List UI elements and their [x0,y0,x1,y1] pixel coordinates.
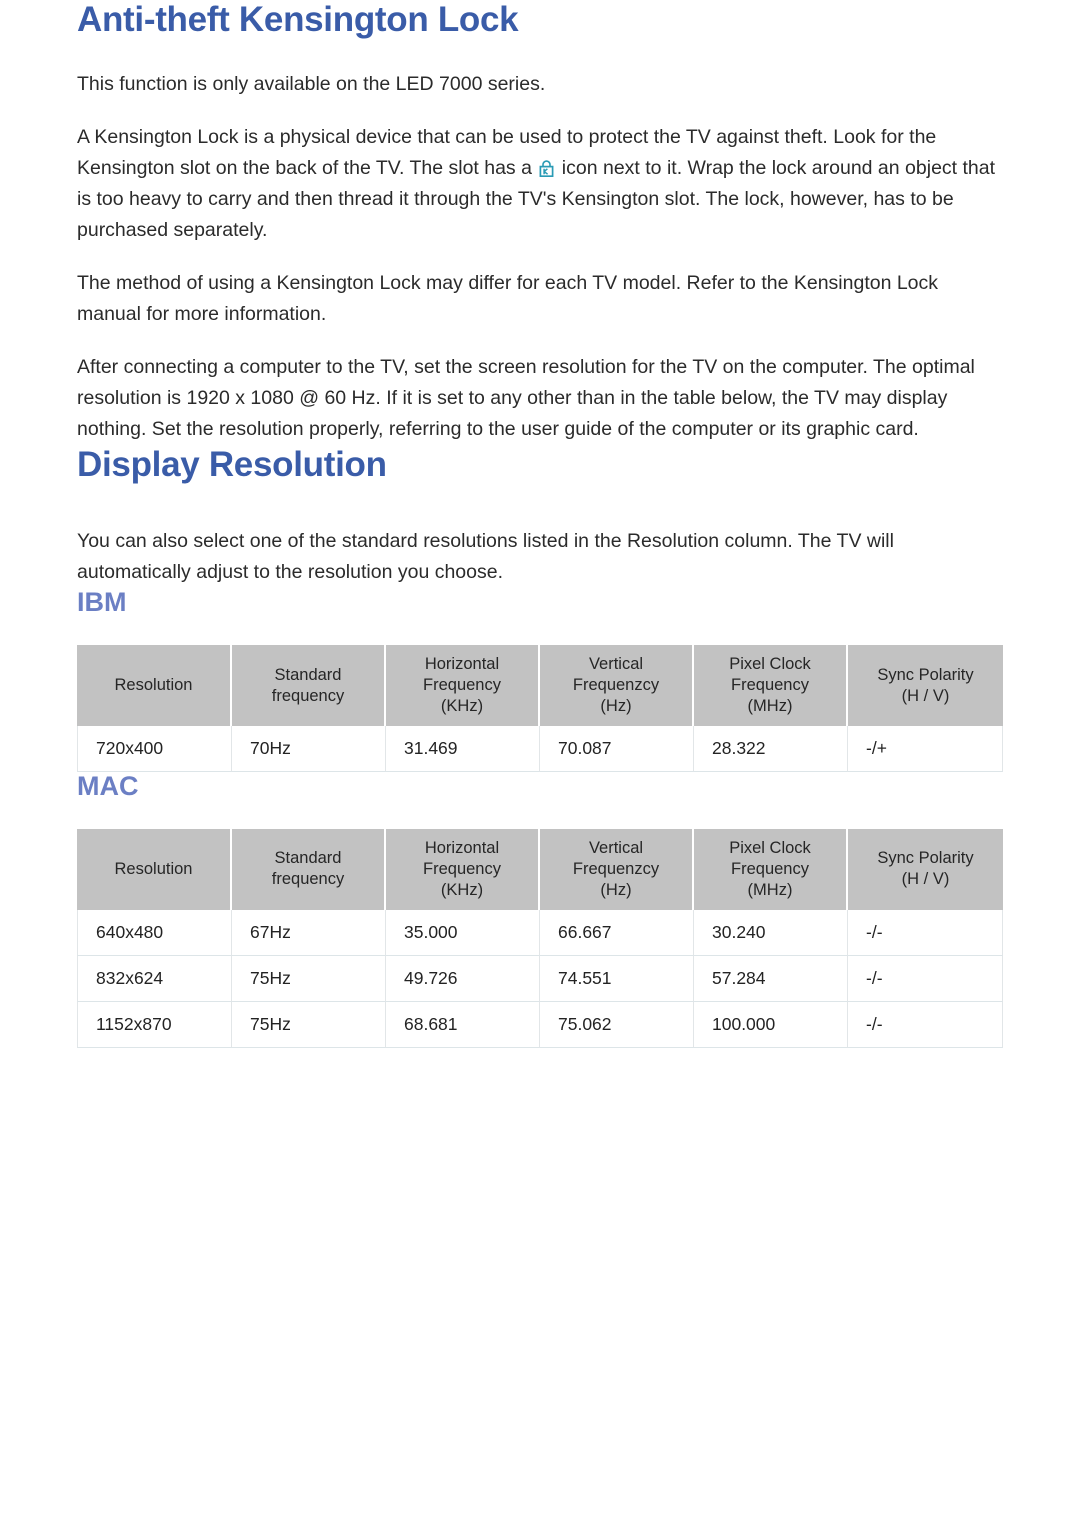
column-header-standard-frequency: Standard frequency [232,645,386,727]
table-header-row: Resolution Standard frequency Horizontal… [77,645,1003,727]
subheading-mac: MAC [77,771,139,802]
header-unit: (H / V) [901,686,950,705]
paragraph-method-differs: The method of using a Kensington Lock ma… [77,272,939,326]
cell-horizontal-frequency: 49.726 [386,955,540,1002]
header-line-2: Frequency [731,859,809,878]
cell-standard-frequency: 75Hz [232,1001,386,1048]
header-line-1: Vertical [588,838,644,857]
cell-resolution: 1152x870 [77,1001,232,1048]
page-title-kensington: Anti-theft Kensington Lock [77,0,519,39]
header-line-1: Standard [274,849,342,868]
paragraph-display-resolution-intro: You can also select one of the standard … [77,530,894,584]
cell-pixel-clock-frequency: 57.284 [694,955,848,1002]
paragraph-kensington-description: A Kensington Lock is a physical device t… [77,100,1003,246]
header-line-1: Sync Polarity [877,665,974,684]
cell-pixel-clock-frequency: 30.240 [694,909,848,956]
header-line-2: frequency [271,870,345,889]
header-line-1: Resolution [114,859,193,878]
table-row: 832x624 75Hz 49.726 74.551 57.284 -/- [77,955,1003,1002]
header-line-1: Pixel Clock [729,838,811,857]
cell-standard-frequency: 75Hz [232,955,386,1002]
cell-resolution: 832x624 [77,955,232,1002]
cell-sync-polarity: -/+ [848,726,1003,773]
cell-vertical-frequency: 70.087 [540,726,694,773]
cell-resolution: 720x400 [77,726,232,773]
table-row: 720x400 70Hz 31.469 70.087 28.322 -/+ [77,726,1003,773]
mac-table-body: 640x480 67Hz 35.000 66.667 30.240 -/- 83… [77,909,1003,1048]
paragraph-screen-resolution: After connecting a computer to the TV, s… [77,356,975,441]
cell-sync-polarity: -/- [848,909,1003,956]
header-line-2: Frequenzcy [572,859,660,878]
header-line-1: Horizontal [424,838,500,857]
cell-horizontal-frequency: 31.469 [386,726,540,773]
column-header-vertical-frequency: Vertical Frequenzcy (Hz) [540,645,694,727]
paragraph-led-series: This function is only available on the L… [77,73,546,96]
cell-horizontal-frequency: 35.000 [386,909,540,956]
column-header-resolution: Resolution [77,828,232,910]
cell-vertical-frequency: 66.667 [540,909,694,956]
column-header-pixel-clock-frequency: Pixel Clock Frequency (MHz) [694,645,848,727]
kensington-lock-icon [539,160,554,178]
header-unit: (KHz) [440,880,484,899]
document-page: Anti-theft Kensington Lock This function… [0,0,1080,1527]
subheading-ibm: IBM [77,587,127,618]
cell-sync-polarity: -/- [848,1001,1003,1048]
cell-standard-frequency: 67Hz [232,909,386,956]
header-line-2: Frequency [423,859,501,878]
header-line-1: Sync Polarity [877,849,974,868]
header-line-1: Vertical [588,655,644,674]
ibm-table-header: Resolution Standard frequency Horizontal… [77,645,1003,727]
header-unit: (MHz) [747,880,793,899]
header-line-2: Frequency [731,676,809,695]
header-line-1: Horizontal [424,655,500,674]
header-unit: (KHz) [440,697,484,716]
header-line-2: frequency [271,686,345,705]
header-unit: (MHz) [747,697,793,716]
header-line-1: Standard [274,665,342,684]
table-row: 1152x870 75Hz 68.681 75.062 100.000 -/- [77,1001,1003,1048]
cell-resolution: 640x480 [77,909,232,956]
cell-pixel-clock-frequency: 100.000 [694,1001,848,1048]
header-line-2: Frequency [423,676,501,695]
ibm-table-body: 720x400 70Hz 31.469 70.087 28.322 -/+ [77,726,1003,773]
mac-resolution-table: Resolution Standard frequency Horizontal… [77,828,1003,1048]
header-unit: (Hz) [600,880,632,899]
header-unit: (Hz) [600,697,632,716]
cell-vertical-frequency: 75.062 [540,1001,694,1048]
cell-horizontal-frequency: 68.681 [386,1001,540,1048]
header-unit: (H / V) [901,870,950,889]
table-row: 640x480 67Hz 35.000 66.667 30.240 -/- [77,909,1003,956]
cell-pixel-clock-frequency: 28.322 [694,726,848,773]
column-header-standard-frequency: Standard frequency [232,828,386,910]
table-header-row: Resolution Standard frequency Horizontal… [77,828,1003,910]
cell-vertical-frequency: 74.551 [540,955,694,1002]
column-header-resolution: Resolution [77,645,232,727]
column-header-horizontal-frequency: Horizontal Frequency (KHz) [386,645,540,727]
page-title-display-resolution: Display Resolution [77,445,387,485]
column-header-vertical-frequency: Vertical Frequenzcy (Hz) [540,828,694,910]
header-line-2: Frequenzcy [572,676,660,695]
column-header-sync-polarity: Sync Polarity (H / V) [848,828,1003,910]
column-header-sync-polarity: Sync Polarity (H / V) [848,645,1003,727]
ibm-resolution-table: Resolution Standard frequency Horizontal… [77,645,1003,773]
mac-table-header: Resolution Standard frequency Horizontal… [77,828,1003,910]
header-line-1: Pixel Clock [729,655,811,674]
cell-standard-frequency: 70Hz [232,726,386,773]
column-header-pixel-clock-frequency: Pixel Clock Frequency (MHz) [694,828,848,910]
header-line-1: Resolution [114,676,193,695]
column-header-horizontal-frequency: Horizontal Frequency (KHz) [386,828,540,910]
cell-sync-polarity: -/- [848,955,1003,1002]
